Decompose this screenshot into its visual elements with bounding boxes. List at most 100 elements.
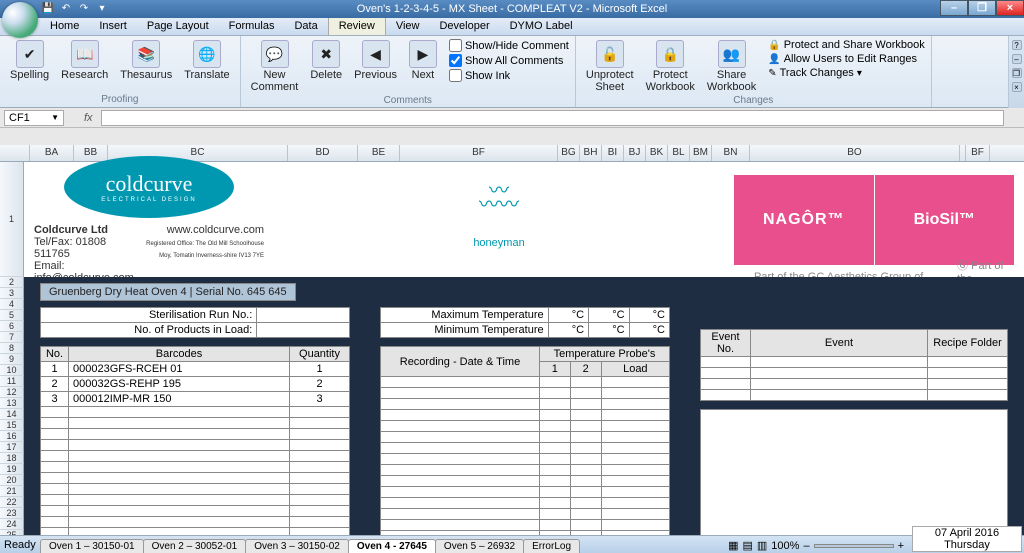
tab-view[interactable]: View [386,18,430,35]
col-header[interactable]: BM [690,145,712,161]
table-row[interactable] [381,454,670,465]
close-button[interactable]: × [996,0,1024,16]
table-row[interactable] [701,390,1008,401]
table-row[interactable] [381,388,670,399]
table-row[interactable] [41,495,350,506]
table-row[interactable] [41,462,350,473]
col-header[interactable]: BI [602,145,624,161]
col-header[interactable]: BJ [624,145,646,161]
help-icon[interactable]: ? [1012,40,1022,50]
sheet-tab[interactable]: ErrorLog [523,539,580,553]
tab-review[interactable]: Review [328,18,386,35]
next-comment-button[interactable]: ▶Next [405,38,441,83]
formula-input[interactable] [101,110,1004,126]
tab-developer[interactable]: Developer [429,18,499,35]
table-row[interactable]: 1000023GFS-RCEH 011 [41,362,350,377]
office-button[interactable] [2,2,38,38]
new-comment-button[interactable]: 💬NewComment [247,38,303,95]
spelling-button[interactable]: ✔Spelling [6,38,53,83]
sheet-tab[interactable]: Oven 5 – 26932 [435,539,524,553]
qa-save-icon[interactable]: 💾 [40,1,56,17]
products-value[interactable] [257,323,350,338]
table-row[interactable] [41,473,350,484]
sheet-tab[interactable]: Oven 4 - 27645 [348,539,436,553]
table-row[interactable] [381,377,670,388]
restore-window[interactable]: ❐ [1012,68,1022,78]
table-row[interactable] [381,465,670,476]
table-row[interactable] [701,368,1008,379]
close-window[interactable]: × [1012,82,1022,92]
table-row[interactable] [701,379,1008,390]
col-header[interactable]: BH [580,145,602,161]
qa-undo-icon[interactable]: ↶ [58,1,74,17]
sheet-tab[interactable]: Oven 3 – 30150-02 [245,539,349,553]
table-row[interactable] [381,520,670,531]
table-row[interactable] [41,517,350,528]
table-row[interactable] [381,421,670,432]
qa-custom-icon[interactable]: ▾ [94,1,110,17]
table-row[interactable] [381,432,670,443]
track-changes[interactable]: ✎ Track Changes ▾ [768,66,925,80]
delete-comment-button[interactable]: ✖Delete [306,38,346,83]
table-row[interactable] [381,509,670,520]
col-header[interactable]: BE [358,145,400,161]
share-workbook-button[interactable]: 👥ShareWorkbook [703,38,760,95]
table-row[interactable] [381,476,670,487]
col-header[interactable]: BN [712,145,750,161]
sheet-tab[interactable]: Oven 1 – 30150-01 [40,539,144,553]
show-ink[interactable]: Show Ink [449,68,569,83]
show-hide-comment[interactable]: Show/Hide Comment [449,38,569,53]
col-header[interactable]: BG [558,145,580,161]
view-layout-icon[interactable]: ▤ [742,539,752,552]
tab-home[interactable]: Home [40,18,89,35]
table-row[interactable] [41,451,350,462]
table-row[interactable] [41,418,350,429]
thesaurus-button[interactable]: 📚Thesaurus [116,38,176,83]
chevron-down-icon[interactable]: ▼ [51,113,59,122]
unprotect-sheet-button[interactable]: 🔓UnprotectSheet [582,38,638,95]
research-button[interactable]: 📖Research [57,38,112,83]
table-row[interactable] [381,410,670,421]
sheet-tab[interactable]: Oven 2 – 30052-01 [143,539,247,553]
tab-data[interactable]: Data [284,18,327,35]
table-row[interactable] [701,357,1008,368]
name-box[interactable]: CF1▼ [4,110,64,126]
table-row[interactable]: 3000012IMP-MR 1503 [41,392,350,407]
protect-workbook-button[interactable]: 🔒ProtectWorkbook [642,38,699,95]
table-row[interactable] [41,407,350,418]
view-normal-icon[interactable]: ▦ [728,539,738,552]
table-row[interactable] [41,484,350,495]
table-row[interactable] [41,506,350,517]
tab-formulas[interactable]: Formulas [219,18,285,35]
col-header[interactable]: BF [400,145,558,161]
col-header[interactable]: BO [750,145,960,161]
tab-page-layout[interactable]: Page Layout [137,18,219,35]
table-row[interactable] [41,440,350,451]
prev-comment-button[interactable]: ◀Previous [350,38,401,83]
table-row[interactable] [381,498,670,509]
col-header[interactable]: BL [668,145,690,161]
protect-share-wb[interactable]: 🔒 Protect and Share Workbook [768,38,925,52]
table-row[interactable] [381,487,670,498]
table-row[interactable] [41,429,350,440]
translate-button[interactable]: 🌐Translate [180,38,233,83]
view-break-icon[interactable]: ▥ [757,539,767,552]
table-row[interactable] [381,399,670,410]
tab-insert[interactable]: Insert [89,18,137,35]
tab-dymo-label[interactable]: DYMO Label [500,18,583,35]
col-header[interactable]: BK [646,145,668,161]
allow-edit-ranges[interactable]: 👤 Allow Users to Edit Ranges [768,52,925,66]
qa-redo-icon[interactable]: ↷ [76,1,92,17]
zoom-control[interactable]: ▦ ▤ ▥ 100%–+ [728,539,904,552]
table-row[interactable] [381,443,670,454]
table-row[interactable]: 2000032GS-REHP 1952 [41,377,350,392]
minimize-button[interactable]: – [940,0,968,16]
table-row[interactable] [41,528,350,536]
col-header[interactable]: BD [288,145,358,161]
minimize-ribbon-window[interactable]: – [1012,54,1022,64]
fx-icon[interactable]: fx [84,112,93,124]
show-all-comments[interactable]: Show All Comments [449,53,569,68]
sterilisation-value[interactable] [257,308,350,323]
col-header[interactable]: BF [966,145,990,161]
maximize-button[interactable]: ❐ [968,0,996,16]
